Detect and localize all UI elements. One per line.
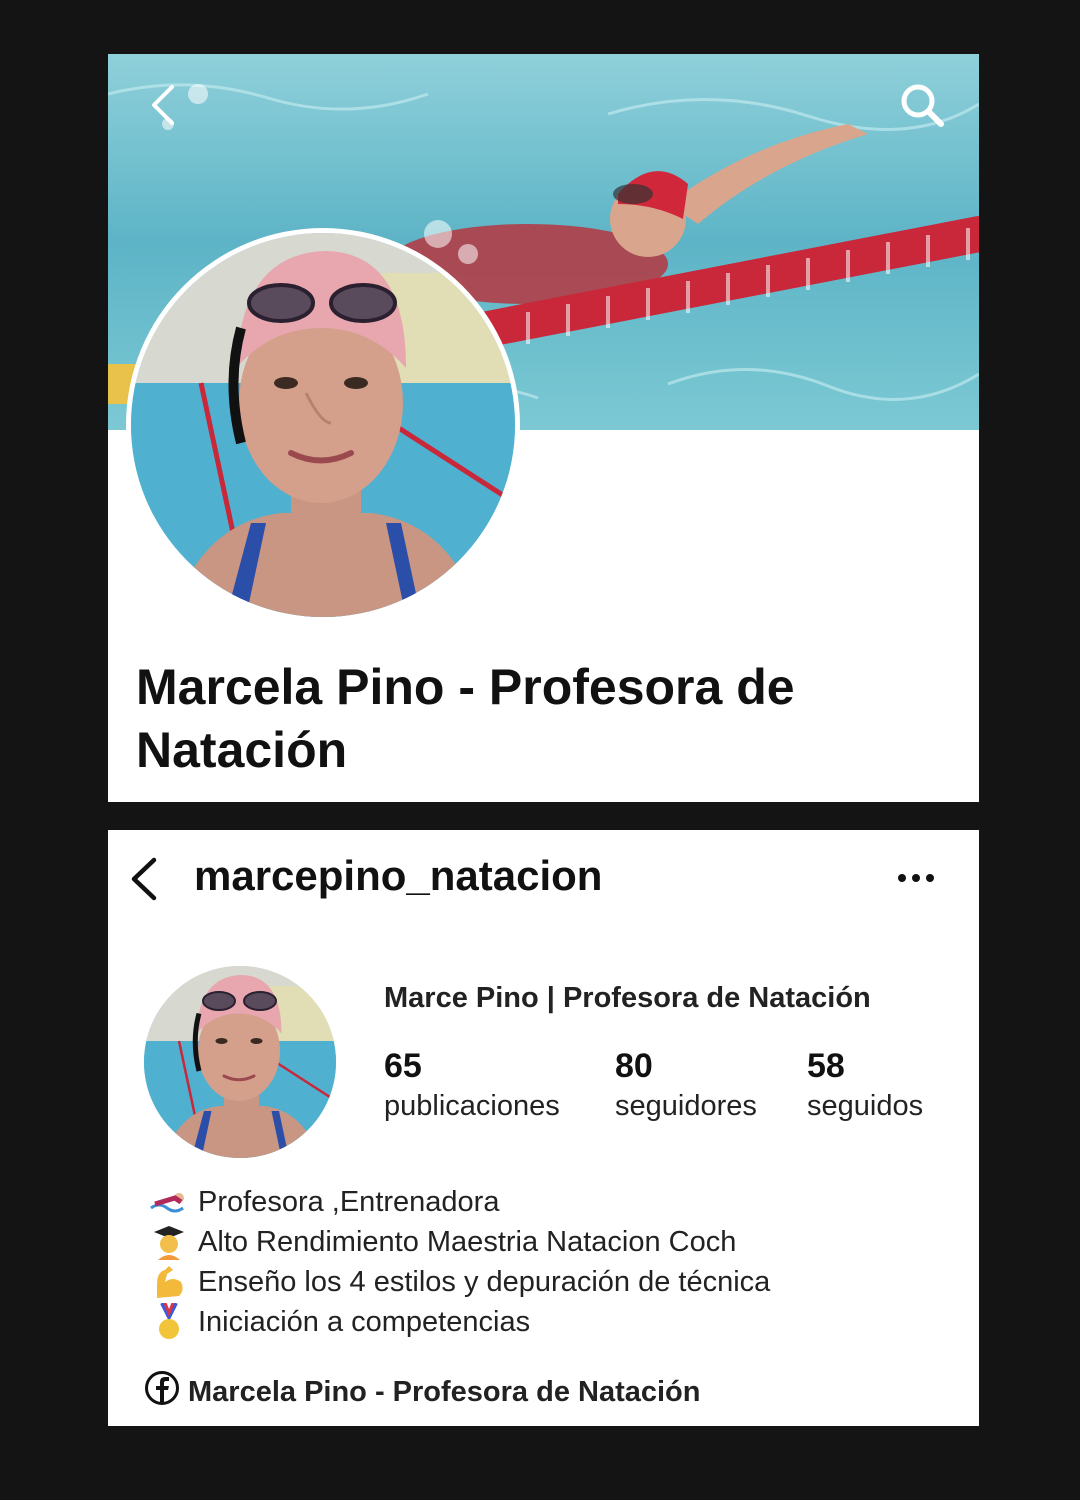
swimmer-selfie-illustration [131,233,515,617]
flexed-biceps-icon [146,1264,192,1300]
back-button[interactable] [138,80,188,130]
stat-label: publicaciones [384,1090,560,1122]
facebook-link-text: Marcela Pino - Profesora de Natación [188,1375,701,1408]
facebook-icon [144,1370,180,1414]
profile-photo[interactable] [126,228,520,622]
bio-text: Enseño los 4 estilos y depuración de téc… [198,1265,771,1298]
facebook-link[interactable]: Marcela Pino - Profesora de Natación [144,1370,700,1414]
swimmer-selfie-illustration [144,966,336,1158]
chevron-left-icon [152,85,174,125]
page-name: Marcela Pino - Profesora de Natación [136,659,795,778]
bio: Profesora ,Entrenadora Alto Rendimiento … [146,1182,770,1342]
bio-line: Profesora ,Entrenadora [146,1182,770,1222]
profile-photo-image [131,233,515,617]
posts-count[interactable]: 65 publicaciones [384,1046,560,1126]
chevron-left-icon [131,857,157,901]
more-options-button[interactable] [894,866,938,890]
stat-label: seguidores [615,1090,757,1122]
profile-photo[interactable] [144,966,336,1158]
swimmer-icon [146,1190,192,1214]
stat-value: 65 [384,1047,422,1085]
username: marcepino_natacion [194,852,603,899]
stat-label: seguidos [807,1090,924,1122]
search-icon [901,84,944,127]
bio-line: Alto Rendimiento Maestria Natacion Coch [146,1222,770,1262]
search-button[interactable] [897,80,947,130]
back-button[interactable] [126,856,166,902]
bio-text: Iniciación a competencias [198,1305,531,1338]
medal-icon [146,1303,192,1341]
stat-value: 80 [615,1047,653,1085]
instagram-profile-panel: marcepino_natacion Marce Pino | Profesor… [108,830,979,1426]
facebook-profile-panel: Marcela Pino - Profesora de Natación [108,54,979,802]
bio-text: Alto Rendimiento Maestria Natacion Coch [198,1225,737,1258]
bio-line: Enseño los 4 estilos y depuración de téc… [146,1262,770,1302]
more-options-icon [898,874,934,882]
graduate-icon [146,1224,192,1260]
stat-value: 58 [807,1047,845,1085]
following-count[interactable]: 58 seguidos [807,1046,923,1126]
bio-line: Iniciación a competencias [146,1302,770,1342]
bio-text: Profesora ,Entrenadora [198,1185,500,1218]
display-name: Marce Pino | Profesora de Natación [384,982,871,1014]
followers-count[interactable]: 80 seguidores [615,1046,757,1126]
